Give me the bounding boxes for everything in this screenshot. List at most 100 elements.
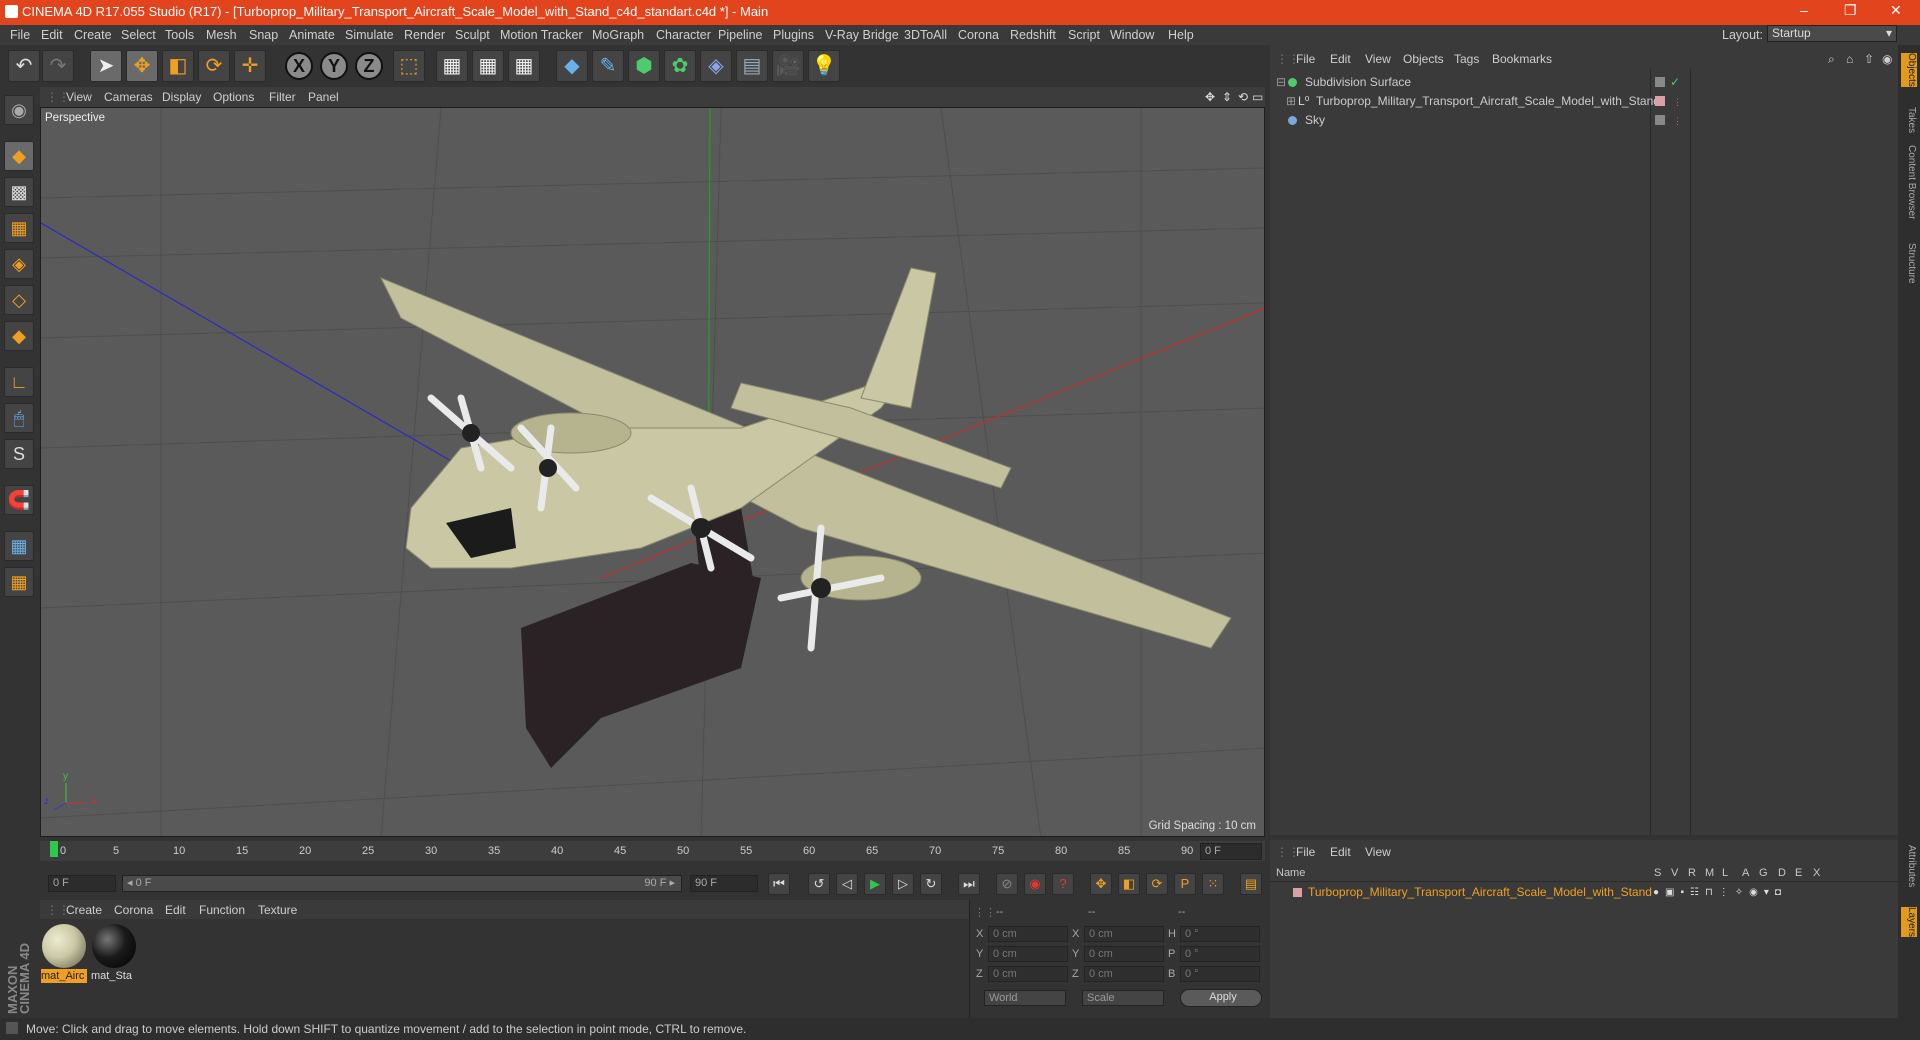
material-menu-create[interactable]: Create (66, 903, 102, 917)
record-keys-button[interactable]: ⊘ (996, 873, 1018, 895)
material-swatch-stand[interactable] (92, 924, 136, 968)
object-row-aircraft[interactable]: ⊞ L⁰ Turboprop_Military_Transport_Aircra… (1270, 92, 1898, 111)
move-icon[interactable]: ✛ (234, 50, 266, 82)
autokey-button[interactable]: ◉ (1024, 873, 1046, 895)
cube-primitive-button[interactable]: ◆ (556, 50, 588, 82)
coord-rot-p-field[interactable]: 0 ° (1180, 946, 1260, 962)
visibility-toggle[interactable] (1655, 115, 1665, 125)
layer-col-a[interactable]: A (1742, 867, 1749, 879)
enabled-check-icon[interactable]: ✓ (1670, 73, 1680, 92)
object-menu-view[interactable]: View (1365, 52, 1391, 66)
material-label-aircraft[interactable]: mat_Airc (41, 969, 87, 983)
lock-workplane-button[interactable]: ▦ (4, 531, 34, 561)
redo-button[interactable]: ↷ (42, 50, 74, 82)
menu-mograph[interactable]: MoGraph (592, 28, 644, 42)
menu-help[interactable]: Help (1168, 28, 1194, 42)
material-menu-edit[interactable]: Edit (165, 903, 186, 917)
material-menu-corona[interactable]: Corona (114, 903, 153, 917)
viewport-perspective[interactable]: y x z Perspective Grid Spacing : 10 cm (40, 107, 1265, 837)
layer-flag-icons[interactable]: ●▣▪☷⊓⋮✧◉▾◘ (1653, 883, 1787, 902)
undo-button[interactable]: ↶ (8, 50, 40, 82)
current-frame-field[interactable]: 0 F (1200, 843, 1262, 860)
visibility-dots[interactable]: ⋮ (1673, 112, 1682, 131)
go-to-end-button[interactable]: ⏭ (958, 873, 980, 895)
polygons-mode-button[interactable]: ◆ (4, 321, 34, 351)
layer-col-g[interactable]: G (1759, 867, 1768, 879)
x-axis-lock-button[interactable]: X (285, 52, 313, 80)
object-menu-bookmarks[interactable]: Bookmarks (1492, 52, 1552, 66)
maximize-icon[interactable]: ◉ (1882, 52, 1892, 66)
viewport-zoom-icon[interactable]: ⇕ (1222, 90, 1232, 104)
menu-edit[interactable]: Edit (41, 28, 63, 42)
coord-scale-select[interactable]: Scale (1082, 990, 1164, 1006)
object-name[interactable]: Turboprop_Military_Transport_Aircraft_Sc… (1316, 92, 1660, 111)
coord-size-z-field[interactable]: 0 cm (1084, 966, 1164, 982)
tab-structure[interactable]: Structure (1901, 243, 1917, 284)
layout-select[interactable]: Startup ▾ (1767, 25, 1897, 42)
tab-layers[interactable]: Layers (1901, 907, 1917, 938)
tree-collapse-icon[interactable]: ⊟ (1276, 73, 1286, 92)
z-axis-lock-button[interactable]: Z (355, 52, 383, 80)
move-tool-button[interactable]: ✥ (126, 50, 158, 82)
points-mode-button[interactable]: ◈ (4, 249, 34, 279)
tab-takes[interactable]: Takes (1901, 107, 1917, 133)
restore-button[interactable]: ❐ (1844, 2, 1857, 19)
viewport-menu-options[interactable]: Options (213, 90, 254, 104)
layer-col-m[interactable]: M (1705, 867, 1714, 879)
menu-sculpt[interactable]: Sculpt (455, 28, 490, 42)
key-position-button[interactable]: ✥ (1090, 873, 1112, 895)
y-axis-lock-button[interactable]: Y (320, 52, 348, 80)
tree-expand-icon[interactable]: ⊞ (1286, 92, 1296, 111)
menu-mesh[interactable]: Mesh (206, 28, 237, 42)
render-view-button[interactable]: ▦ (436, 50, 468, 82)
menu-select[interactable]: Select (121, 28, 156, 42)
layer-col-x[interactable]: X (1813, 867, 1820, 879)
layer-menu-file[interactable]: File (1296, 845, 1315, 859)
coord-pos-y-field[interactable]: 0 cm (988, 946, 1068, 962)
minimize-button[interactable]: – (1800, 2, 1808, 18)
visibility-dots[interactable]: ⋮ (1673, 93, 1682, 112)
frame-range-slider[interactable]: ◂ 0 F 90 F ▸ (122, 875, 682, 892)
layer-col-l[interactable]: L (1722, 867, 1728, 879)
layer-menu-edit[interactable]: Edit (1330, 845, 1351, 859)
timeline-window-button[interactable]: ▤ (1240, 873, 1262, 895)
object-name[interactable]: Sky (1305, 111, 1325, 130)
menu-vray-bridge[interactable]: V-Ray Bridge (825, 28, 899, 42)
start-frame-field[interactable]: 0 F (48, 875, 116, 892)
tab-content-browser[interactable]: Content Browser (1901, 145, 1917, 219)
visibility-toggle[interactable] (1655, 77, 1665, 87)
tab-attributes[interactable]: Attributes (1901, 845, 1917, 887)
playhead-marker[interactable] (50, 841, 58, 857)
light-button[interactable]: 💡 (808, 50, 840, 82)
coord-pos-x-field[interactable]: 0 cm (988, 926, 1068, 942)
model-mode-button[interactable]: ◆ (4, 141, 34, 171)
material-menu-function[interactable]: Function (199, 903, 245, 917)
menu-redshift[interactable]: Redshift (1010, 28, 1056, 42)
menu-render[interactable]: Render (404, 28, 445, 42)
close-button[interactable]: ✕ (1890, 2, 1902, 19)
tweak-mode-button[interactable]: 🖱 (4, 403, 34, 433)
timeline-ruler[interactable]: 0 5 10 15 20 25 30 35 40 45 50 55 60 65 … (40, 841, 1265, 861)
viewport-rotate-icon[interactable]: ⟲ (1238, 90, 1248, 104)
menu-3dtoall[interactable]: 3DToAll (904, 28, 947, 42)
coord-rot-b-field[interactable]: 0 ° (1180, 966, 1260, 982)
snap-magnet-button[interactable]: 🧲 (4, 485, 34, 515)
menu-create[interactable]: Create (74, 28, 112, 42)
camera-button[interactable]: 🎥 (772, 50, 804, 82)
deformer-button[interactable]: ◈ (700, 50, 732, 82)
key-parameter-button[interactable]: P (1174, 873, 1196, 895)
menu-animate[interactable]: Animate (289, 28, 335, 42)
play-button[interactable]: ▶ (864, 873, 886, 895)
edges-mode-button[interactable]: ◇ (4, 285, 34, 315)
menu-window[interactable]: Window (1110, 28, 1154, 42)
material-swatch-aircraft[interactable] (42, 924, 86, 968)
next-key-button[interactable]: ↻ (920, 873, 942, 895)
workplane-mode-button[interactable]: ▦ (4, 213, 34, 243)
viewport-menu-panel[interactable]: Panel (308, 90, 339, 104)
layer-col-d[interactable]: D (1778, 867, 1786, 879)
render-settings-button[interactable]: ▦ (508, 50, 540, 82)
coord-rot-h-field[interactable]: 0 ° (1180, 926, 1260, 942)
material-menu-texture[interactable]: Texture (258, 903, 297, 917)
key-pla-button[interactable]: ⁙ (1202, 873, 1224, 895)
menu-plugins[interactable]: Plugins (773, 28, 814, 42)
